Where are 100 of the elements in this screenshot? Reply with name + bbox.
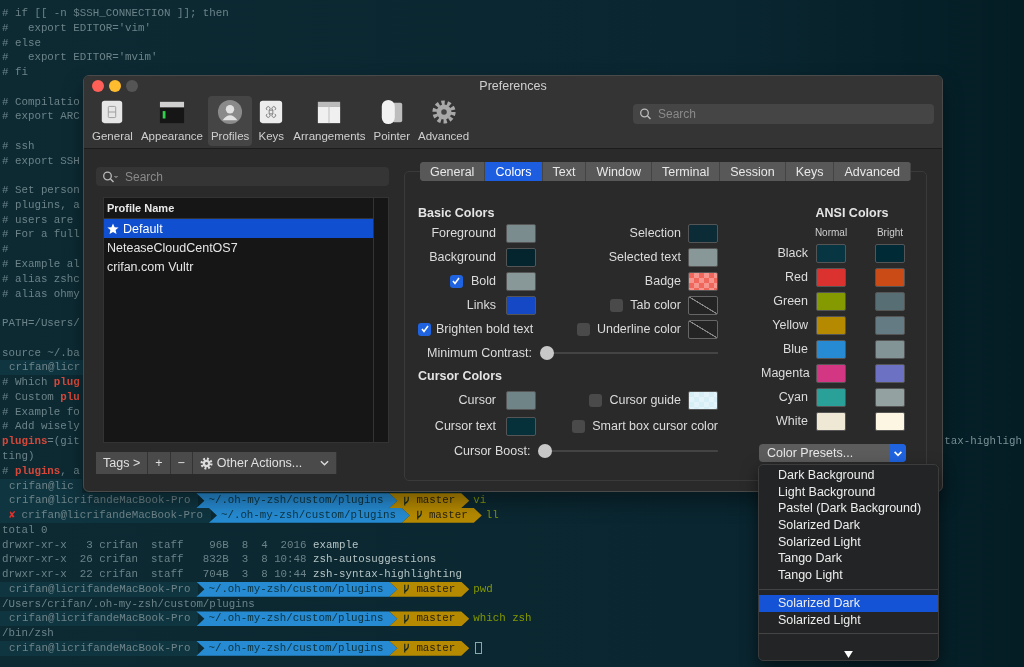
color-well[interactable]	[506, 247, 536, 267]
color-well[interactable]	[816, 267, 846, 287]
color-well[interactable]	[688, 271, 718, 291]
color-label: Magenta	[761, 366, 808, 380]
color-well[interactable]	[816, 291, 846, 311]
color-well[interactable]	[688, 223, 718, 243]
menu-item[interactable]: Tango Light	[759, 567, 938, 584]
menu-item[interactable]: Dark Background	[759, 467, 938, 484]
minimize-icon[interactable]	[109, 80, 121, 92]
color-well[interactable]	[816, 411, 846, 431]
color-well[interactable]	[816, 243, 846, 263]
terminal-line: # Custom plu	[1, 389, 80, 405]
color-label: Red	[784, 270, 808, 284]
menu-item[interactable]: Solarized Dark	[759, 594, 938, 612]
terminal-line: # alias ohmy	[1, 286, 80, 302]
terminal-line: # Example al	[1, 257, 80, 272]
section-heading: Cursor Colors	[418, 368, 504, 385]
menu-item[interactable]: Pastel (Dark Background)	[759, 500, 938, 518]
tab[interactable]: Colors	[485, 162, 543, 181]
menu-item[interactable]: Solarized Dark	[759, 517, 938, 534]
checkbox[interactable]	[589, 393, 603, 407]
terminal-line: # users are	[1, 212, 74, 228]
option-label: Underline color	[596, 322, 681, 336]
close-icon[interactable]	[92, 80, 104, 92]
color-well[interactable]	[875, 387, 905, 407]
toolbar-button[interactable]: Pointer	[370, 96, 413, 146]
toolbar-button[interactable]: General	[89, 96, 136, 146]
color-well[interactable]	[816, 339, 846, 359]
toolbar-button[interactable]: +	[148, 452, 171, 474]
option-label: Links	[466, 298, 496, 312]
slider-thumb[interactable]	[538, 444, 553, 458]
checkbox[interactable]	[418, 322, 431, 336]
color-label: Green	[772, 294, 808, 308]
color-well[interactable]	[875, 411, 905, 431]
terminal-line: source ~/.ba	[1, 345, 80, 361]
color-well[interactable]	[688, 295, 718, 315]
menu-item[interactable]: Solarized Light	[759, 611, 938, 629]
color-well[interactable]	[816, 363, 846, 383]
terminal-line: # export EDITOR='vim'	[1, 20, 152, 36]
terminal-line: # export ARC	[1, 109, 80, 125]
menu-item[interactable]: Light Background	[759, 483, 938, 501]
color-well[interactable]	[875, 339, 905, 359]
tab[interactable]: General	[419, 162, 486, 181]
color-well[interactable]	[875, 243, 905, 263]
terminal-line: # plugins, a	[1, 463, 80, 479]
toolbar-button[interactable]: Profiles	[207, 96, 253, 146]
branch-icon	[415, 510, 423, 521]
terminal-line: tax-highligh	[943, 434, 1023, 449]
color-well[interactable]	[875, 291, 905, 311]
color-label: Blue	[781, 342, 808, 356]
color-well[interactable]	[816, 315, 846, 335]
color-well[interactable]	[875, 315, 905, 335]
option-label: Selected text	[608, 250, 681, 264]
column-header[interactable]: Profile Name	[104, 202, 175, 214]
profile-row[interactable]: NeteaseCloudCentOS7	[104, 238, 373, 257]
slider-thumb[interactable]	[539, 346, 554, 360]
color-well[interactable]	[688, 319, 718, 339]
profile-row[interactable]: crifan.com Vultr	[104, 257, 373, 276]
toolbar-button[interactable]: Advanced	[415, 96, 473, 146]
toolbar-button[interactable]: Arrangements	[290, 96, 369, 146]
color-well[interactable]	[688, 390, 718, 410]
branch-icon	[403, 495, 411, 506]
search-field[interactable]: Search	[96, 167, 389, 186]
toolbar-button[interactable]: −	[170, 452, 193, 474]
terminal-line: # export SSH	[1, 153, 80, 169]
command-text: pwd	[472, 581, 493, 597]
menu-item[interactable]: Solarized Light	[759, 533, 938, 551]
color-well[interactable]	[816, 387, 846, 407]
option-label: Badge	[644, 274, 681, 288]
menu-item[interactable]: Tango Dark	[759, 550, 938, 568]
checkbox[interactable]	[610, 298, 624, 312]
color-label: White	[775, 414, 808, 428]
terminal-line: # export EDITOR='mvim'	[1, 50, 158, 66]
actions-menu-button[interactable]: Other Actions...	[192, 452, 337, 474]
option-label: Background	[429, 250, 496, 264]
color-well[interactable]	[506, 271, 536, 291]
scroll-down-icon[interactable]	[844, 651, 853, 659]
color-well[interactable]	[506, 223, 536, 243]
toolbar-button[interactable]: Tags >	[96, 452, 149, 474]
checkbox[interactable]	[572, 419, 586, 433]
color-well[interactable]	[506, 390, 536, 410]
toolbar-button[interactable]: Appearance	[137, 96, 206, 146]
presets-dropdown[interactable]: Color Presets...	[759, 444, 906, 462]
terminal-line: # alias zshc	[1, 271, 80, 287]
profile-row[interactable]: Default	[104, 219, 373, 238]
prompt-user: crifan@licrifandeMacBook-Pro	[0, 493, 199, 509]
color-well[interactable]	[875, 267, 905, 287]
toolbar-button[interactable]: Keys	[254, 96, 289, 146]
checkbox[interactable]	[576, 322, 590, 336]
checkbox[interactable]	[449, 274, 463, 288]
terminal-line: total 0	[1, 522, 48, 538]
option-label: Cursor guide	[609, 393, 681, 407]
color-well[interactable]	[506, 295, 536, 315]
color-well[interactable]	[688, 247, 718, 267]
color-well[interactable]	[875, 363, 905, 383]
branch-icon	[403, 584, 411, 595]
prompt-path: ~/.oh-my-zsh/custom/plugins	[196, 581, 398, 597]
command-text: ll	[484, 508, 499, 523]
color-well[interactable]	[506, 416, 536, 436]
terminal-line: /Users/crifan/.oh-my-zsh/custom/plugins	[1, 596, 255, 612]
